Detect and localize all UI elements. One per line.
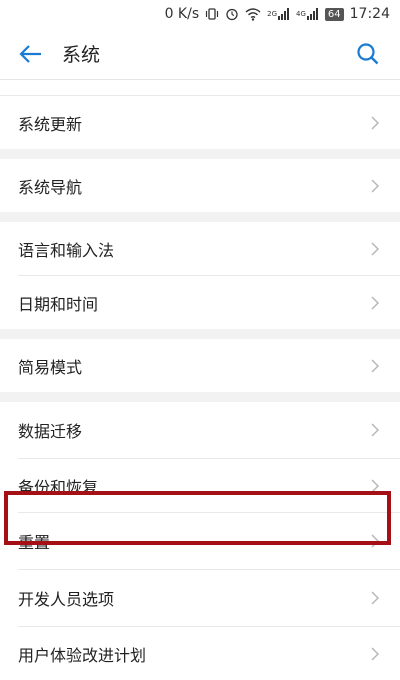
wifi-icon (245, 7, 261, 21)
settings-list: 系统更新 系统导航 语言和输入法 日期和时间 简易模式 数据迁移 备份和恢复 重… (0, 80, 400, 680)
settings-item-data-migration[interactable]: 数据迁移 (0, 402, 400, 458)
section-divider (0, 80, 400, 96)
section-divider (0, 392, 400, 402)
battery-level: 64 (324, 7, 344, 21)
chevron-right-icon (371, 534, 380, 548)
settings-item-label: 日期和时间 (18, 294, 99, 314)
settings-item-label: 用户体验改进计划 (18, 645, 147, 665)
signal-2g-icon: 2G (267, 8, 290, 20)
section-divider (0, 149, 400, 159)
settings-item-label: 简易模式 (18, 357, 83, 377)
chevron-right-icon (371, 115, 380, 130)
alarm-icon (225, 7, 239, 21)
status-bar: 0 K/s 2G 4G 64 17:24 (0, 0, 400, 28)
network-speed: 0 K/s (164, 6, 200, 22)
chevron-right-icon (371, 591, 380, 605)
chevron-right-icon (371, 646, 380, 661)
settings-item-label: 开发人员选项 (18, 590, 115, 609)
settings-item-user-experience[interactable]: 用户体验改进计划 (0, 627, 400, 680)
settings-item-label: 系统更新 (18, 114, 83, 134)
signal-4g-icon: 4G (296, 8, 319, 20)
signal-2g-label: 2G (267, 10, 278, 18)
settings-item-date-time[interactable]: 日期和时间 (0, 276, 400, 329)
settings-item-simple-mode[interactable]: 简易模式 (0, 339, 400, 392)
chevron-right-icon (371, 178, 380, 193)
signal-4g-label: 4G (296, 10, 306, 18)
battery-icon: 64 (324, 7, 344, 21)
settings-item-label: 语言和输入法 (18, 240, 115, 260)
chevron-right-icon (371, 478, 380, 493)
settings-item-reset[interactable]: 重置 (0, 513, 400, 569)
page-title: 系统 (62, 44, 101, 66)
search-button[interactable] (354, 40, 382, 68)
back-button[interactable] (16, 39, 46, 69)
settings-item-language-input[interactable]: 语言和输入法 (0, 222, 400, 275)
settings-item-label: 数据迁移 (18, 422, 83, 441)
app-bar: 系统 (0, 28, 400, 80)
vibrate-icon (205, 7, 219, 21)
settings-item-system-update[interactable]: 系统更新 (0, 96, 400, 149)
settings-item-backup-restore[interactable]: 备份和恢复 (0, 459, 400, 512)
settings-item-label: 系统导航 (18, 177, 83, 197)
settings-item-system-navigation[interactable]: 系统导航 (0, 159, 400, 212)
settings-item-label: 备份和恢复 (18, 477, 99, 497)
search-icon (357, 42, 379, 64)
settings-item-label: 重置 (18, 533, 51, 552)
chevron-right-icon (371, 423, 380, 437)
chevron-right-icon (371, 358, 380, 373)
chevron-right-icon (371, 241, 380, 256)
clock: 17:24 (349, 6, 390, 22)
back-arrow-icon (19, 44, 41, 63)
settings-item-developer-options[interactable]: 开发人员选项 (0, 570, 400, 626)
section-divider (0, 329, 400, 339)
section-divider (0, 212, 400, 222)
chevron-right-icon (371, 295, 380, 310)
